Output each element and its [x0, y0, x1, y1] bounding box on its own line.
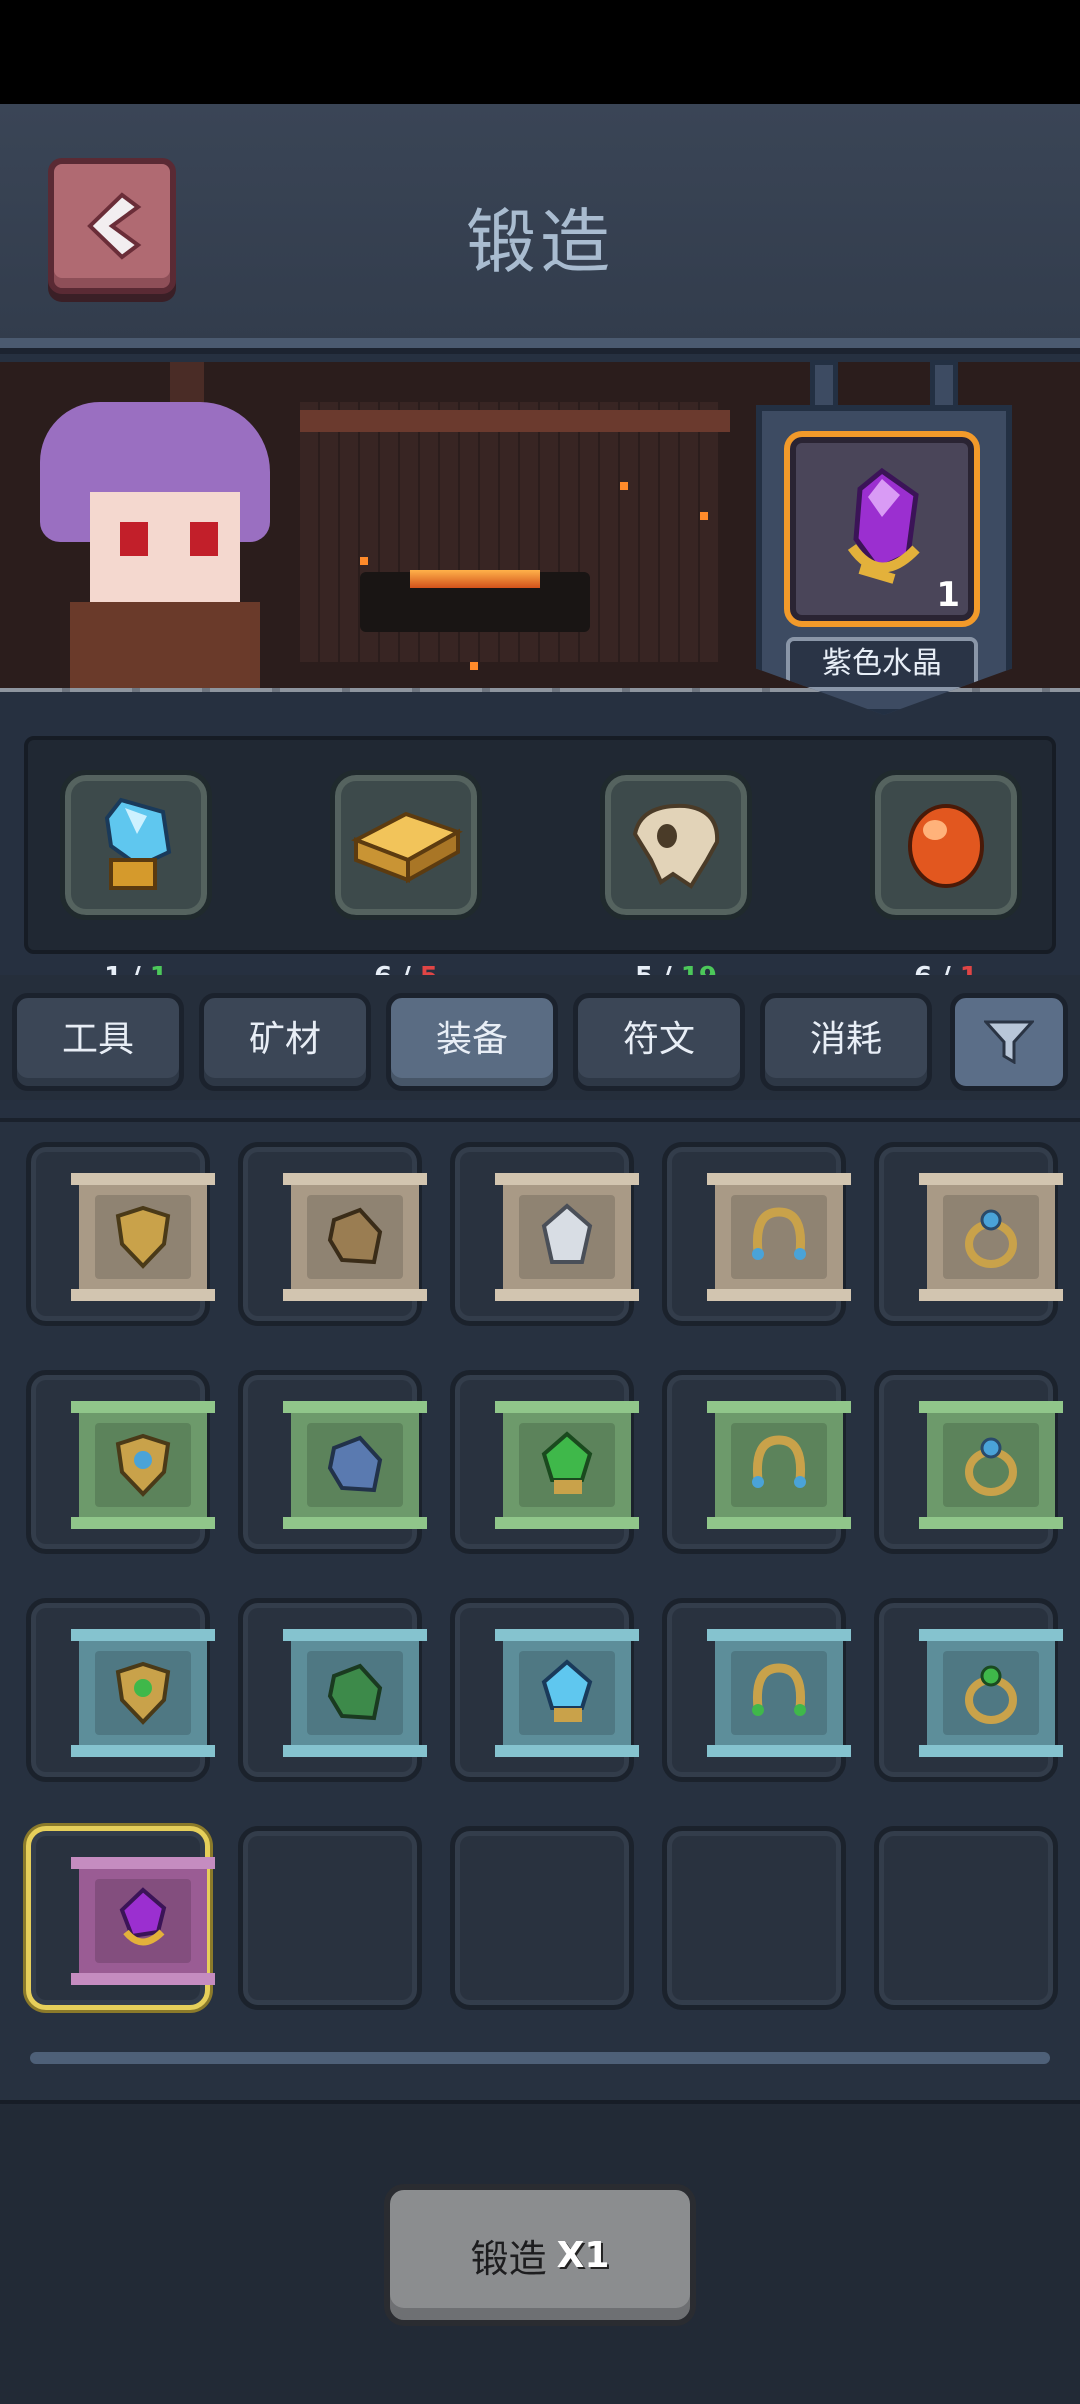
- empty-slot: [662, 1826, 846, 2010]
- recipe-item-ore[interactable]: [238, 1370, 427, 1554]
- necklace-icon: [752, 1435, 806, 1488]
- page-title: 锻造: [466, 201, 614, 283]
- blacksmith-character: [20, 402, 290, 692]
- fire-gem-icon: [908, 804, 984, 888]
- ring-icon: [965, 1209, 1017, 1268]
- empty-slot: [450, 1826, 634, 2010]
- header: 锻造: [0, 104, 1080, 354]
- material-slot[interactable]: 6 / 5: [330, 770, 482, 992]
- recipe-item-ore[interactable]: [238, 1142, 427, 1326]
- filter-button[interactable]: [950, 993, 1068, 1091]
- recipe-item-necklace[interactable]: [662, 1598, 851, 1782]
- tab-equipment[interactable]: 装备: [386, 993, 558, 1091]
- recipe-item-necklace[interactable]: [662, 1370, 851, 1554]
- target-item-slot[interactable]: 1: [784, 431, 980, 627]
- material-slot[interactable]: 1 / 1: [60, 770, 212, 992]
- spark: [620, 482, 628, 490]
- target-banner: 1 紫色水晶: [756, 405, 1012, 715]
- spark: [360, 557, 368, 565]
- spark: [700, 512, 708, 520]
- recipe-item-shield[interactable]: [26, 1370, 215, 1554]
- ore-icon: [327, 1435, 383, 1493]
- status-bar: [0, 0, 1080, 104]
- recipe-item-necklace[interactable]: [662, 1142, 851, 1326]
- crystal-icon: [541, 1659, 593, 1722]
- shield-icon: [115, 1433, 171, 1497]
- recipe-item-crystal[interactable]: [450, 1598, 639, 1782]
- filter-icon: [984, 1020, 1034, 1064]
- purple-crystal-icon: [119, 1887, 167, 1946]
- recipe-item-crystal[interactable]: [450, 1370, 639, 1554]
- horizontal-scrollbar[interactable]: [30, 2052, 1050, 2064]
- tab-runes[interactable]: 符文: [573, 993, 745, 1091]
- shield-icon: [115, 1205, 171, 1269]
- scene-shelf: [300, 410, 730, 432]
- recipe-item-ring[interactable]: [874, 1370, 1063, 1554]
- recipe-item-purple-crystal[interactable]: [26, 1826, 215, 2010]
- ring-icon: [965, 1437, 1017, 1496]
- skull-icon: [632, 803, 720, 889]
- forge-fire: [410, 570, 540, 588]
- necklace-icon: [752, 1663, 806, 1716]
- material-slot[interactable]: 6 / 1: [870, 770, 1022, 992]
- recipe-item-shield[interactable]: [26, 1598, 215, 1782]
- ring-icon: [965, 1665, 1017, 1724]
- tab-tools[interactable]: 工具: [12, 993, 184, 1091]
- recipe-item-ring[interactable]: [874, 1142, 1063, 1326]
- forge-button-label: 锻造: [470, 2236, 547, 2281]
- ore-icon: [327, 1663, 383, 1721]
- empty-slot: [874, 1826, 1058, 2010]
- category-tabs: 工具 矿材 装备 符文 消耗: [0, 975, 1080, 1100]
- target-count: 1: [936, 575, 960, 615]
- target-name-label: 紫色水晶: [786, 637, 978, 691]
- bottom-bar: 锻造 X1: [0, 2100, 1080, 2404]
- empty-slot: [238, 1826, 422, 2010]
- tab-ores[interactable]: 矿材: [199, 993, 371, 1091]
- forge-multiplier: X1: [556, 2234, 610, 2276]
- recipe-item-ore[interactable]: [238, 1598, 427, 1782]
- recipe-item-ring[interactable]: [874, 1598, 1063, 1782]
- necklace-icon: [752, 1207, 806, 1260]
- shield-icon: [115, 1661, 171, 1725]
- material-slot[interactable]: 5 / 19: [600, 770, 752, 992]
- blue-crystal-icon: [104, 797, 172, 890]
- tab-consumables[interactable]: 消耗: [760, 993, 932, 1091]
- recipe-item-crystal[interactable]: [450, 1142, 639, 1326]
- crystal-icon: [541, 1431, 593, 1494]
- gold-bar-icon: [351, 811, 463, 884]
- forge-button[interactable]: 锻造 X1: [384, 2184, 696, 2326]
- crystal-icon: [541, 1203, 593, 1264]
- spark: [470, 662, 478, 670]
- recipe-item-shield[interactable]: [26, 1142, 215, 1326]
- materials-panel: 1 / 1 6 / 5 5 / 19 6 / 1: [24, 736, 1056, 992]
- recipe-grid: [0, 1118, 1080, 2102]
- ore-icon: [327, 1207, 383, 1265]
